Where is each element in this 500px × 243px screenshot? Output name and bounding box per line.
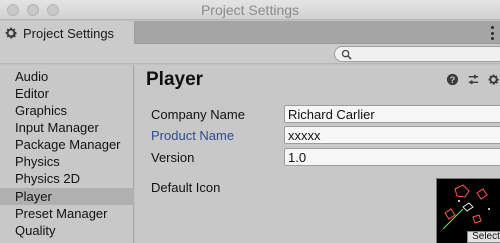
product-name-field[interactable] — [284, 126, 500, 144]
player-settings-panel: Player ? Company Name Product Name Versi… — [135, 65, 500, 243]
search-icon — [341, 49, 352, 60]
default-icon-label: Default Icon — [151, 180, 221, 195]
window-title-bar: Project Settings — [0, 0, 500, 20]
tab-project-settings[interactable]: Project Settings — [0, 21, 135, 45]
search-field[interactable] — [334, 46, 500, 62]
sidebar-item-editor[interactable]: Editor — [0, 85, 134, 102]
tab-strip: Project Settings — [0, 21, 500, 45]
settings-toolbar — [0, 44, 500, 64]
sidebar-item-graphics[interactable]: Graphics — [0, 102, 134, 119]
company-name-label: Company Name — [151, 107, 245, 122]
sidebar-item-audio[interactable]: Audio — [0, 68, 134, 85]
more-options-icon[interactable] — [490, 26, 494, 40]
settings-icon[interactable] — [487, 73, 500, 86]
sidebar-item-physics[interactable]: Physics — [0, 153, 134, 170]
sidebar-item-package-manager[interactable]: Package Manager — [0, 136, 134, 153]
sidebar-item-input-manager[interactable]: Input Manager — [0, 119, 134, 136]
tab-label: Project Settings — [23, 25, 115, 41]
select-icon-button[interactable]: Select — [467, 231, 500, 243]
sidebar-item-physics-2d[interactable]: Physics 2D — [0, 170, 134, 187]
search-input[interactable] — [355, 48, 495, 60]
sidebar-item-quality[interactable]: Quality — [0, 222, 134, 239]
window-title: Project Settings — [200, 2, 300, 18]
default-icon-slot[interactable]: Select — [436, 178, 500, 243]
company-name-field[interactable] — [284, 105, 500, 123]
settings-sidebar: Audio Editor Graphics Input Manager Pack… — [0, 65, 134, 243]
version-field[interactable] — [284, 148, 500, 166]
presets-icon[interactable] — [467, 73, 480, 86]
help-icon[interactable]: ? — [446, 73, 459, 86]
gear-icon — [5, 27, 17, 39]
sidebar-item-preset-manager[interactable]: Preset Manager — [0, 205, 134, 222]
svg-text:?: ? — [450, 75, 456, 85]
product-name-label: Product Name — [151, 128, 235, 143]
page-title: Player — [146, 69, 204, 90]
default-icon-preview — [442, 184, 490, 230]
version-label: Version — [151, 150, 195, 165]
sidebar-item-player[interactable]: Player — [0, 188, 134, 205]
